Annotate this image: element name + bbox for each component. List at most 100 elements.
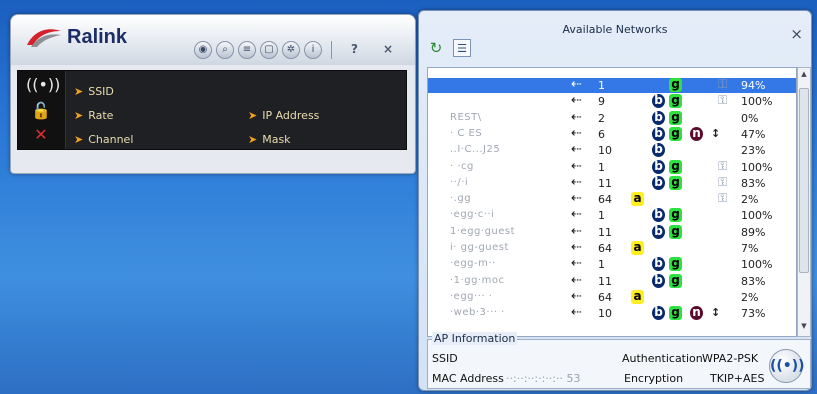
network-row[interactable]: i· gg-guest ⇠ 64 a 7%	[428, 240, 796, 256]
network-row[interactable]: ·1·gg·moc ⇠ 11 b g 83%	[428, 273, 796, 289]
ssid-label: SSID	[88, 85, 114, 98]
disconnected-icon[interactable]: ✕	[26, 125, 56, 147]
network-row[interactable]: ⇠ 9 b g ⚿ 100%	[428, 93, 796, 109]
mode-g-icon: g	[669, 273, 682, 288]
network-row[interactable]: ·egg-m·· ⇠ 1 b g 100%	[428, 256, 796, 272]
mode-g-icon: g	[669, 126, 682, 141]
mode-n-icon: n	[690, 126, 703, 141]
network-signal-percent: 83%	[741, 176, 766, 190]
network-row[interactable]: · ·cg ⇠ 1 b g ⚿ 100%	[428, 159, 796, 175]
mode-g-icon: g	[669, 208, 682, 223]
network-signal-percent: 7%	[741, 242, 759, 255]
network-row[interactable]: ·web·3··· · ⇠ 10 b g n ↕ 73%	[428, 305, 796, 321]
network-row[interactable]: ·egg··· · ⇠ 64 a 2%	[428, 288, 796, 305]
ip-label: IP Address	[262, 109, 320, 122]
network-channel: 11	[598, 274, 612, 288]
network-row[interactable]: 1·egg·guest ⇠ 11 b g 89%	[428, 224, 796, 240]
mode-g-icon: g	[669, 94, 682, 109]
scroll-thumb[interactable]	[799, 88, 809, 273]
toolbar-divider	[331, 41, 332, 59]
network-ssid: ··/·i	[450, 176, 469, 188]
field-channel: ➤ Channel	[74, 133, 133, 146]
mode-g-icon: g	[669, 110, 682, 125]
network-ssid: · ·cg	[450, 160, 474, 172]
ralink-toolbar: ◉ ⌕ ≡ ▢ ✲ i	[194, 41, 322, 59]
rate-label: Rate	[88, 109, 114, 122]
network-signal-percent: 23%	[741, 144, 766, 158]
signal-icon: ⇠	[571, 207, 582, 223]
help-button[interactable]: ?	[351, 42, 358, 56]
mode-g-icon: g	[669, 159, 682, 174]
network-channel: 64	[598, 242, 612, 255]
available-networks-window: Available Networks × ↻ ☰ ⇠ 1 g ⚿ 94% ⇠ 9 b g ⚿ 100…	[418, 10, 812, 391]
ap-enc-value: TKIP+AES	[710, 372, 765, 385]
list-icon[interactable]: ≡	[238, 41, 256, 59]
network-ssid: REST\	[450, 111, 482, 123]
ralink-window: Ralink ◉ ⌕ ≡ ▢ ✲ i ? × ((•)) 🔓 ✕ ➤ SSID ➤…	[10, 14, 416, 174]
page-icon[interactable]: ▢	[260, 41, 278, 59]
mode-g-icon: g	[669, 224, 682, 239]
ralink-close-button[interactable]: ×	[383, 42, 393, 56]
ralink-logo-text: Ralink	[67, 25, 128, 48]
network-signal-percent: 100%	[741, 258, 773, 272]
scroll-down-icon[interactable]: ▼	[798, 322, 810, 334]
ap-auth-value: WPA2-PSK	[702, 352, 759, 365]
network-row[interactable]: ⇠ 1 g ⚿ 94%	[428, 77, 796, 93]
network-row[interactable]: ·.gg ⇠ 64 a ⚿ 2%	[428, 191, 796, 207]
network-row[interactable]: ·egg·c··i ⇠ 1 b g 100%	[428, 207, 796, 223]
mode-a-icon: a	[631, 289, 644, 304]
network-row[interactable]: · C ES ⇠ 6 b g n ↕ 47%	[428, 125, 796, 142]
signal-icon: ⇠	[571, 125, 582, 141]
network-channel: 1	[598, 160, 605, 174]
signal-icon: ⇠	[571, 109, 582, 125]
antenna-icon[interactable]: ((•))	[26, 75, 60, 97]
rss-icon[interactable]: ◉	[194, 41, 212, 59]
info-icon[interactable]: i	[304, 41, 322, 59]
network-channel: 1	[598, 258, 605, 272]
network-signal-percent: 94%	[741, 79, 766, 92]
network-list-scrollbar[interactable]: ▲ ▼	[797, 67, 811, 337]
network-signal-percent: 100%	[741, 160, 773, 174]
networks-close-button[interactable]: ×	[790, 25, 803, 43]
network-channel: 64	[598, 193, 612, 207]
network-signal-percent: 100%	[741, 95, 773, 109]
gear-icon[interactable]: ✲	[282, 41, 300, 59]
search-icon[interactable]: ⌕	[216, 41, 234, 59]
network-row[interactable]: ··/·i ⇠ 11 b g ⚿ 83%	[428, 175, 796, 191]
unlock-icon[interactable]: 🔓	[26, 101, 56, 123]
ap-information-legend: AP Information	[432, 332, 518, 345]
network-ssid: ·1·gg·moc	[450, 274, 505, 286]
network-row[interactable]: ..I·C...J25 ⇠ 10 b 23%	[428, 142, 796, 158]
mode-b-icon: b	[652, 143, 665, 158]
mode-a-icon: a	[631, 241, 644, 255]
mode-a-icon: a	[631, 192, 644, 207]
signal-icon: ⇠	[571, 288, 582, 304]
key-icon: ⚿	[718, 191, 728, 206]
network-channel: 1	[598, 209, 605, 223]
ralink-logo: Ralink	[25, 25, 127, 49]
refresh-icon[interactable]: ↻	[427, 39, 445, 57]
network-ssid: 1·egg·guest	[450, 225, 516, 237]
mode-g-icon: g	[669, 257, 682, 272]
mode-g-icon: g	[669, 306, 682, 321]
ap-signal-button[interactable]: ((•))	[769, 349, 805, 383]
network-channel: 1	[598, 79, 605, 92]
mode-b-icon: b	[652, 224, 665, 239]
mode-g-icon: g	[669, 175, 682, 190]
connection-status-panel: ((•)) 🔓 ✕ ➤ SSID ➤ Rate ➤ Channel ➤ IP Addre…	[17, 70, 407, 150]
key-icon: ⚿	[718, 93, 728, 108]
scroll-up-icon[interactable]: ▲	[798, 70, 810, 82]
add-profile-icon[interactable]: ☰	[453, 39, 471, 57]
network-ssid: ·egg·c··i	[450, 209, 495, 221]
signal-icon: ⇠	[571, 142, 582, 158]
bullet-arrow-icon: ➤	[74, 133, 84, 146]
mode-b-icon: b	[652, 208, 665, 223]
network-ssid: ·egg-m··	[450, 258, 496, 270]
network-row[interactable]: REST\ ⇠ 2 b g 0%	[428, 109, 796, 126]
ap-ssid-label: SSID	[432, 352, 458, 365]
signal-icon: ⇠	[571, 191, 582, 207]
signal-icon: ⇠	[571, 93, 582, 109]
mask-label: Mask	[262, 133, 291, 146]
field-rate: ➤ Rate	[74, 109, 113, 122]
bullet-arrow-icon: ➤	[74, 109, 84, 122]
